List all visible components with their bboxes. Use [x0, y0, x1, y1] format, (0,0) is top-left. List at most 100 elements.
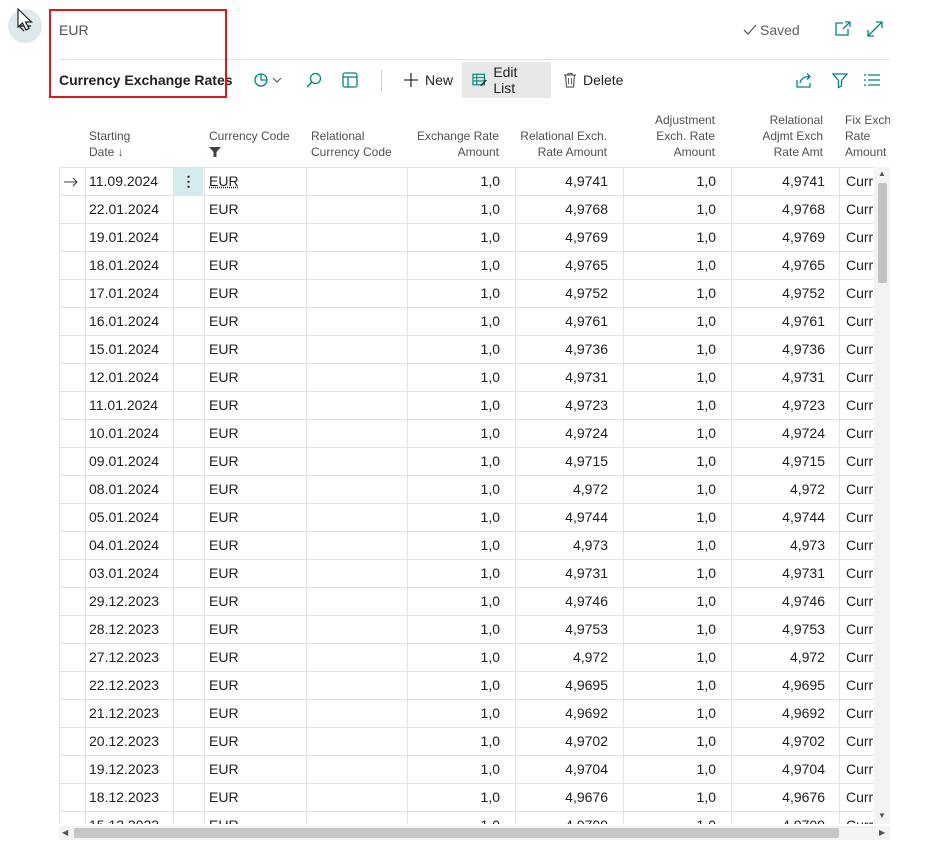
cell-relational-currency-code[interactable] — [311, 364, 403, 391]
cell-exchange-rate-amount[interactable]: 1,0 — [409, 252, 500, 279]
cell-adjustment-exch-rate-amount[interactable]: 1,0 — [625, 252, 716, 279]
cell-fix-exchange-rate-amount[interactable]: Curre — [846, 308, 876, 335]
cell-relational-exch-rate-amount[interactable]: 4,9695 — [517, 672, 608, 699]
cell-relational-currency-code[interactable] — [311, 728, 403, 755]
cell-starting-date[interactable]: 19.01.2024 — [89, 224, 173, 251]
cell-starting-date[interactable]: 18.12.2023 — [89, 784, 173, 811]
cell-relational-currency-code[interactable] — [311, 224, 403, 251]
horizontal-scrollbar[interactable]: ◀ ▶ — [59, 826, 890, 840]
cell-fix-exchange-rate-amount[interactable]: Curre — [846, 784, 876, 811]
cell-relational-adjmt-exch-rate-amt[interactable]: 4,9741 — [733, 168, 825, 195]
table-row[interactable]: 08.01.2024 EUR 1,0 4,972 1,0 4,972 Curre — [59, 475, 890, 503]
cell-fix-exchange-rate-amount[interactable]: Curre — [846, 448, 876, 475]
cell-starting-date[interactable]: 28.12.2023 — [89, 616, 173, 643]
scroll-down-icon[interactable]: ▼ — [878, 811, 886, 820]
cell-starting-date[interactable]: 09.01.2024 — [89, 448, 173, 475]
cell-fix-exchange-rate-amount[interactable]: Curre — [846, 532, 876, 559]
column-header-relational-adjmt-exch-rate-amt[interactable]: Relational Adjmt Exch Rate Amt — [733, 112, 823, 160]
cell-relational-exch-rate-amount[interactable]: 4,9731 — [517, 560, 608, 587]
cell-exchange-rate-amount[interactable]: 1,0 — [409, 756, 500, 783]
cell-exchange-rate-amount[interactable]: 1,0 — [409, 812, 500, 824]
cell-relational-adjmt-exch-rate-amt[interactable]: 4,972 — [733, 476, 825, 503]
cell-exchange-rate-amount[interactable]: 1,0 — [409, 560, 500, 587]
table-row[interactable]: 04.01.2024 EUR 1,0 4,973 1,0 4,973 Curre — [59, 531, 890, 559]
cell-relational-adjmt-exch-rate-amt[interactable]: 4,9768 — [733, 196, 825, 223]
cell-relational-exch-rate-amount[interactable]: 4,972 — [517, 476, 608, 503]
cell-fix-exchange-rate-amount[interactable]: Curre — [846, 616, 876, 643]
cell-relational-exch-rate-amount[interactable]: 4,9724 — [517, 420, 608, 447]
horizontal-scroll-thumb[interactable] — [74, 828, 839, 838]
cell-currency-code[interactable]: EUR — [209, 364, 304, 391]
cell-exchange-rate-amount[interactable]: 1,0 — [409, 616, 500, 643]
cell-starting-date[interactable]: 05.01.2024 — [89, 504, 173, 531]
table-row[interactable]: ⋮ 11.09.2024 EUR 1,0 4,9741 1,0 4,9741 Curr — [59, 167, 890, 195]
cell-starting-date[interactable]: 08.01.2024 — [89, 476, 173, 503]
column-header-relational-currency-code[interactable]: Relational Currency Code — [311, 128, 392, 160]
table-row[interactable]: 17.01.2024 EUR 1,0 4,9752 1,0 4,9752 Curre — [59, 279, 890, 307]
cell-exchange-rate-amount[interactable]: 1,0 — [409, 784, 500, 811]
cell-adjustment-exch-rate-amount[interactable]: 1,0 — [625, 616, 716, 643]
cell-relational-exch-rate-amount[interactable]: 4,9709 — [517, 812, 608, 824]
cell-relational-adjmt-exch-rate-amt[interactable]: 4,9723 — [733, 392, 825, 419]
cell-starting-date[interactable]: 27.12.2023 — [89, 644, 173, 671]
cell-relational-currency-code[interactable] — [311, 504, 403, 531]
cell-starting-date[interactable]: 16.01.2024 — [89, 308, 173, 335]
cell-relational-exch-rate-amount[interactable]: 4,9676 — [517, 784, 608, 811]
cell-currency-code[interactable]: EUR — [209, 560, 304, 587]
cell-adjustment-exch-rate-amount[interactable]: 1,0 — [625, 196, 716, 223]
cell-relational-adjmt-exch-rate-amt[interactable]: 4,9753 — [733, 616, 825, 643]
delete-button[interactable]: Delete — [553, 62, 633, 98]
cell-adjustment-exch-rate-amount[interactable]: 1,0 — [625, 700, 716, 727]
scroll-left-icon[interactable]: ◀ — [62, 828, 68, 837]
cell-fix-exchange-rate-amount[interactable]: Curre — [846, 644, 876, 671]
cell-currency-code[interactable]: EUR — [209, 224, 304, 251]
cell-exchange-rate-amount[interactable]: 1,0 — [409, 280, 500, 307]
cell-relational-currency-code[interactable] — [311, 700, 403, 727]
cell-exchange-rate-amount[interactable]: 1,0 — [409, 224, 500, 251]
cell-relational-adjmt-exch-rate-amt[interactable]: 4,9765 — [733, 252, 825, 279]
cell-relational-currency-code[interactable] — [311, 308, 403, 335]
cell-starting-date[interactable]: 10.01.2024 — [89, 420, 173, 447]
cell-currency-code[interactable]: EUR — [209, 420, 304, 447]
cell-relational-adjmt-exch-rate-amt[interactable]: 4,9746 — [733, 588, 825, 615]
cell-currency-code[interactable]: EUR — [209, 448, 304, 475]
cell-relational-adjmt-exch-rate-amt[interactable]: 4,9769 — [733, 224, 825, 251]
cell-relational-exch-rate-amount[interactable]: 4,9768 — [517, 196, 608, 223]
table-row[interactable]: 22.12.2023 EUR 1,0 4,9695 1,0 4,9695 Curre — [59, 671, 890, 699]
column-header-adjustment-exch-rate-amount[interactable]: Adjustment Exch. Rate Amount — [625, 112, 715, 160]
cell-relational-exch-rate-amount[interactable]: 4,9702 — [517, 728, 608, 755]
cell-fix-exchange-rate-amount[interactable]: Curre — [846, 560, 876, 587]
cell-starting-date[interactable]: 03.01.2024 — [89, 560, 173, 587]
cell-starting-date[interactable]: 11.01.2024 — [89, 392, 173, 419]
cell-exchange-rate-amount[interactable]: 1,0 — [409, 168, 500, 195]
table-row[interactable]: 05.01.2024 EUR 1,0 4,9744 1,0 4,9744 Curre — [59, 503, 890, 531]
cell-fix-exchange-rate-amount[interactable]: Curre — [846, 224, 876, 251]
cell-exchange-rate-amount[interactable]: 1,0 — [409, 476, 500, 503]
cell-relational-currency-code[interactable] — [311, 448, 403, 475]
cell-relational-adjmt-exch-rate-amt[interactable]: 4,9752 — [733, 280, 825, 307]
cell-exchange-rate-amount[interactable]: 1,0 — [409, 420, 500, 447]
cell-relational-currency-code[interactable] — [311, 784, 403, 811]
cell-exchange-rate-amount[interactable]: 1,0 — [409, 588, 500, 615]
cell-fix-exchange-rate-amount[interactable]: Curre — [846, 252, 876, 279]
table-row[interactable]: 20.12.2023 EUR 1,0 4,9702 1,0 4,9702 Curre — [59, 727, 890, 755]
cell-relational-currency-code[interactable] — [311, 756, 403, 783]
cell-fix-exchange-rate-amount[interactable]: Curre — [846, 700, 876, 727]
expand-icon[interactable] — [866, 20, 884, 38]
cell-adjustment-exch-rate-amount[interactable]: 1,0 — [625, 224, 716, 251]
cell-adjustment-exch-rate-amount[interactable]: 1,0 — [625, 364, 716, 391]
cell-relational-currency-code[interactable] — [311, 616, 403, 643]
cell-currency-code[interactable]: EUR — [209, 812, 304, 824]
table-row[interactable]: 09.01.2024 EUR 1,0 4,9715 1,0 4,9715 Curre — [59, 447, 890, 475]
cell-exchange-rate-amount[interactable]: 1,0 — [409, 532, 500, 559]
edit-list-button[interactable]: Edit List — [462, 62, 551, 98]
cell-fix-exchange-rate-amount[interactable]: Curre — [846, 196, 876, 223]
cell-adjustment-exch-rate-amount[interactable]: 1,0 — [625, 504, 716, 531]
cell-adjustment-exch-rate-amount[interactable]: 1,0 — [625, 168, 716, 195]
cell-relational-exch-rate-amount[interactable]: 4,9744 — [517, 504, 608, 531]
cell-relational-adjmt-exch-rate-amt[interactable]: 4,9761 — [733, 308, 825, 335]
cell-fix-exchange-rate-amount[interactable]: Curre — [846, 392, 876, 419]
cell-adjustment-exch-rate-amount[interactable]: 1,0 — [625, 644, 716, 671]
cell-adjustment-exch-rate-amount[interactable]: 1,0 — [625, 336, 716, 363]
analysis-button[interactable] — [242, 62, 292, 98]
